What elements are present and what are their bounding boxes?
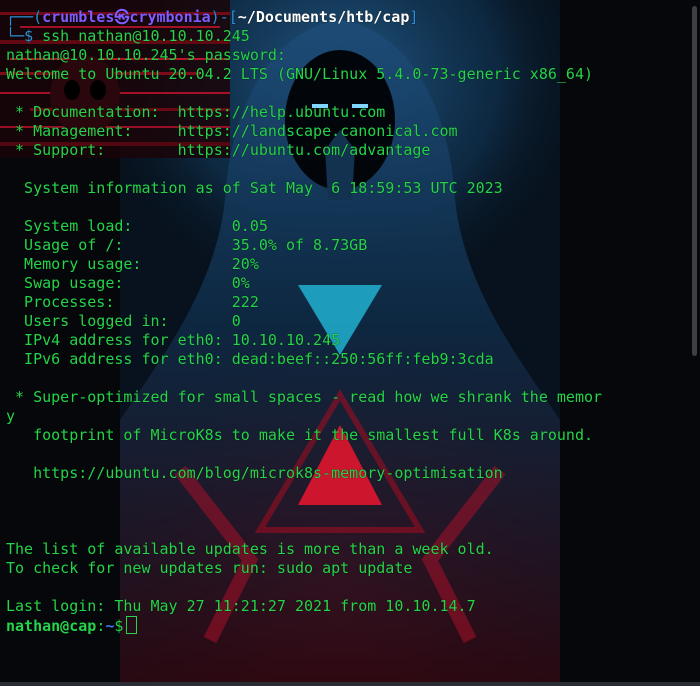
output-line: * Management: https://landscape.canonica…	[6, 122, 458, 140]
output-line: System load: 0.05	[6, 217, 268, 235]
vertical-scrollbar[interactable]	[692, 6, 697, 356]
prompt-user: crumbles	[42, 8, 115, 26]
output-line: Processes: 222	[6, 293, 259, 311]
output-line: IPv4 address for eth0: 10.10.10.245	[6, 331, 341, 349]
output-line: Welcome to Ubuntu 20.04.2 LTS (GNU/Linux…	[6, 65, 593, 83]
output-line: Users logged in: 0	[6, 312, 241, 330]
output-line: Last login: Thu May 27 11:21:27 2021 fro…	[6, 597, 476, 615]
prompt-end-bracket: ]	[409, 8, 419, 26]
prompt-corner: ┌──(	[6, 8, 43, 26]
output-line: nathan@10.10.10.245's password:	[6, 46, 286, 64]
output-line: footprint of MicroK8s to make it the sma…	[6, 426, 593, 444]
output-line: y	[6, 407, 16, 425]
bottom-edge	[0, 682, 700, 686]
remote-shell-prompt[interactable]: nathan@cap:~$	[6, 616, 686, 635]
ssh-command: ssh nathan@10.10.10.245	[42, 27, 250, 45]
output-line: Swap usage: 0%	[6, 274, 250, 292]
remote-prompt-colon: :	[96, 617, 106, 635]
prompt-host: crymbonia	[129, 8, 211, 26]
shell-prompt-header: ┌──(crumbles㉿crymbonia)-[~/Documents/htb…	[6, 8, 686, 27]
prompt-at-symbol: ㉿	[114, 8, 130, 26]
output-line: Usage of /: 35.0% of 8.73GB	[6, 236, 368, 254]
output-line: Memory usage: 20%	[6, 255, 259, 273]
text-cursor[interactable]	[126, 616, 138, 634]
remote-user-host: nathan@cap	[6, 617, 97, 635]
output-line: To check for new updates run: sudo apt u…	[6, 559, 413, 577]
prompt-line2-prefix: └─	[6, 27, 25, 45]
prompt-path: ~/Documents/htb/cap	[237, 8, 410, 26]
remote-prompt-dollar: $	[114, 617, 124, 635]
command-line: └─$ ssh nathan@10.10.10.245	[6, 27, 686, 46]
terminal-output: ┌──(crumbles㉿crymbonia)-[~/Documents/htb…	[6, 8, 686, 635]
output-line: IPv6 address for eth0: dead:beef::250:56…	[6, 350, 494, 368]
terminal-window[interactable]: ┌──(crumbles㉿crymbonia)-[~/Documents/htb…	[0, 0, 700, 686]
output-line: https://ubuntu.com/blog/microk8s-memory-…	[6, 464, 503, 482]
output-line: * Documentation: https://help.ubuntu.com	[6, 103, 386, 121]
output-line: The list of available updates is more th…	[6, 540, 494, 558]
prompt-separator: )-[	[210, 8, 238, 26]
output-line: * Super-optimized for small spaces - rea…	[6, 388, 603, 406]
output-lines: nathan@10.10.10.245's password: Welcome …	[6, 46, 686, 616]
output-line: System information as of Sat May 6 18:59…	[6, 179, 503, 197]
output-line: * Support: https://ubuntu.com/advantage	[6, 141, 431, 159]
prompt-dollar: $	[24, 27, 34, 45]
